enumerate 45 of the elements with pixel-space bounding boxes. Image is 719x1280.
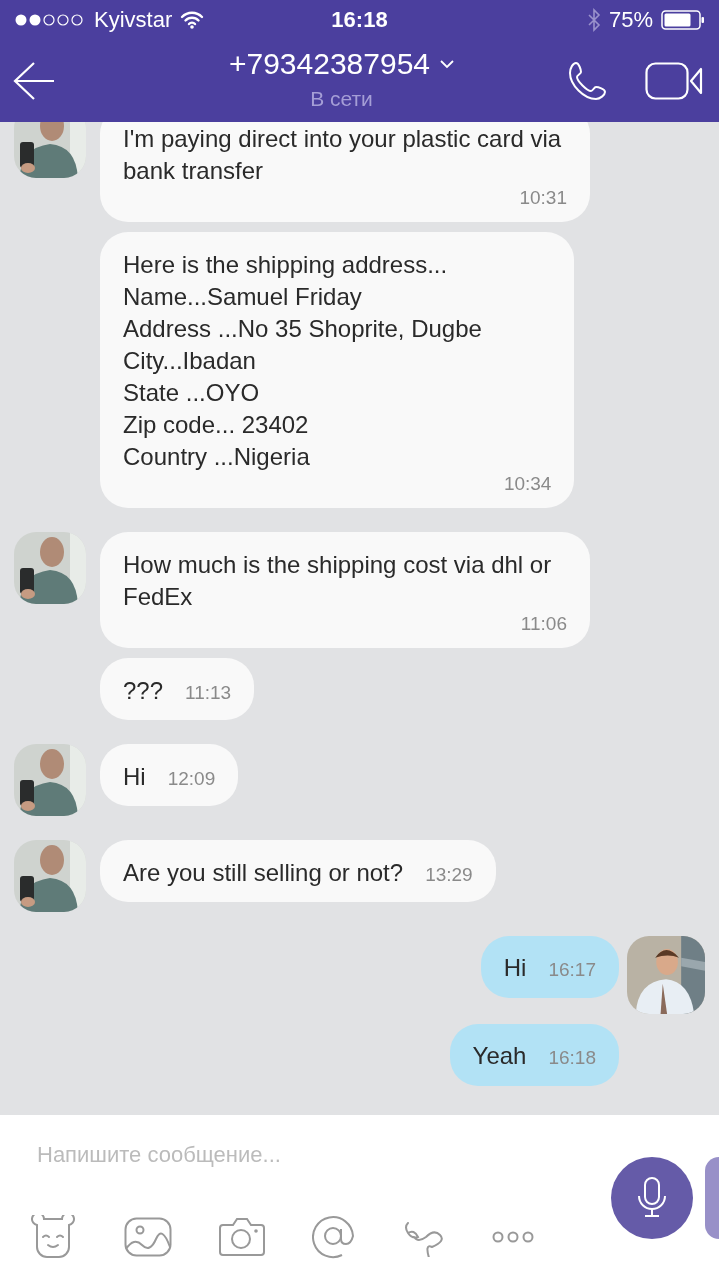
image-icon[interactable]	[124, 1217, 172, 1257]
message-text: ???	[123, 676, 164, 706]
message-text: Yeah	[472, 1041, 527, 1071]
message-time: 13:29	[424, 864, 473, 886]
carrier-name: Kyivstar	[94, 7, 173, 33]
call-button[interactable]	[567, 60, 609, 102]
bluetooth-icon	[586, 8, 601, 32]
at-sign-icon[interactable]	[312, 1215, 356, 1259]
chevron-down-icon[interactable]	[440, 59, 455, 69]
battery-icon	[661, 10, 705, 30]
message-time: 16:17	[547, 959, 596, 981]
message-time: 10:31	[518, 187, 567, 209]
message-text: How much is the shipping cost via dhl or FedEx	[123, 550, 553, 612]
message-bubble[interactable]: Yeah 16:18	[449, 1024, 619, 1086]
battery-percent: 75%	[608, 7, 653, 33]
message-bubble[interactable]: ??? 11:13	[100, 658, 255, 720]
clock: 16:18	[331, 7, 388, 33]
message-input[interactable]: Напишите сообщение...	[35, 1141, 611, 1169]
message-text: Here is the shipping address... Name...Samuel Friday Address ...No 35 Shoprite, Dugbe City...Ibadan State ...OYO Zip code... 23402 Country ...Nigeria	[123, 250, 483, 472]
signal-icon	[14, 13, 86, 27]
wifi-icon	[180, 11, 205, 29]
message-bubble[interactable]: Are you still selling or not? 13:29	[100, 840, 496, 902]
message-bubble[interactable]: How much is the shipping cost via dhl or FedEx 11:06	[100, 532, 590, 648]
message-text: Are you still selling or not?	[123, 858, 404, 888]
message-time: 16:18	[547, 1047, 596, 1069]
message-time: 10:34	[502, 473, 552, 495]
bear-face-icon[interactable]	[28, 1215, 78, 1259]
camera-icon[interactable]	[218, 1217, 266, 1257]
message-bubble[interactable]: I'm paying direct into your plastic card via bank transfer 10:31	[100, 122, 590, 222]
message-time: 12:09	[166, 768, 216, 790]
online-status: В сети	[310, 87, 373, 111]
more-icon[interactable]	[492, 1231, 534, 1243]
message-time: 11:13	[184, 682, 232, 704]
message-bubble[interactable]: Hi 16:17	[480, 936, 619, 998]
message-text: Hi	[123, 762, 146, 792]
message-bubble[interactable]: Here is the shipping address... Name...Samuel Friday Address ...No 35 Shoprite, Dugbe City...Ibadan State ...OYO Zip code... 23402 Country ...Nigeria 10:34	[100, 232, 575, 508]
message-time: 11:06	[519, 613, 567, 635]
contact-title[interactable]: +79342387954	[228, 47, 431, 81]
microphone-icon	[635, 1176, 669, 1220]
back-button[interactable]	[12, 61, 56, 101]
message-text: I'm paying direct into your plastic card via bank transfer	[123, 124, 563, 186]
message-bubble[interactable]: Hi 12:09	[100, 744, 239, 806]
video-call-button[interactable]	[645, 62, 705, 100]
message-text: Hi	[503, 953, 527, 983]
round-button[interactable]	[705, 1157, 719, 1239]
